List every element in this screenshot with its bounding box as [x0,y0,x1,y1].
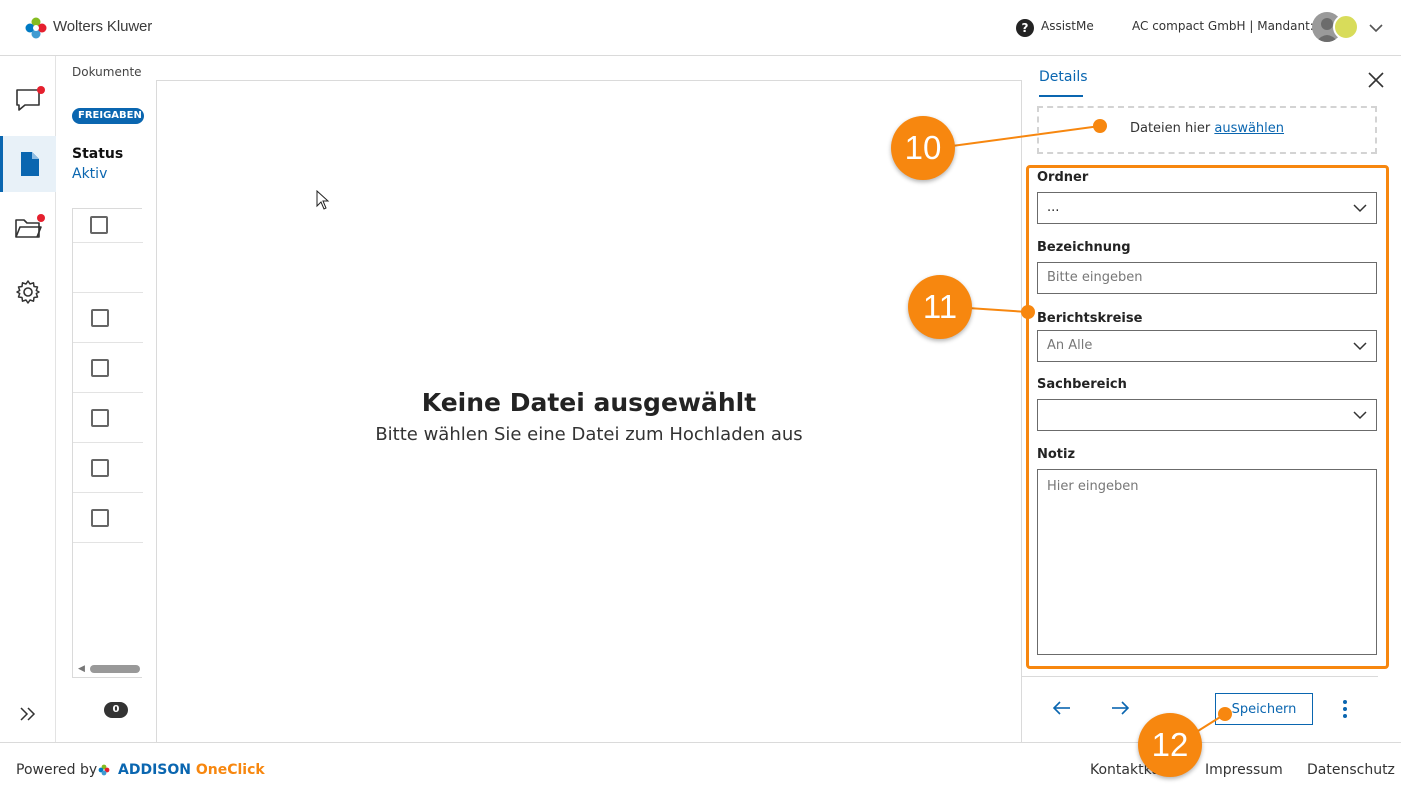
callout-10: 10 [891,116,955,180]
tab-indicator [1039,95,1083,97]
drop-zone-label: Dateien hier [1129,121,1215,136]
scroll-left-icon[interactable]: ◀ [78,664,85,674]
horizontal-scrollbar[interactable] [90,665,140,673]
row-checkbox[interactable] [91,409,109,427]
close-icon[interactable] [1366,70,1386,90]
callout-anchor-dot [1093,119,1107,133]
arrow-left-icon[interactable] [1052,699,1072,717]
notification-dot [37,86,45,94]
row-checkbox[interactable] [91,459,109,477]
impressum-link[interactable]: Impressum [1205,762,1283,778]
oneclick-text: OneClick [195,762,265,778]
help-icon[interactable]: ? [1016,19,1034,37]
breadcrumb[interactable]: Dokumente [72,65,142,79]
notification-dot [37,214,45,222]
drop-zone-text: Dateien hier auswählen [1037,121,1377,136]
wolters-kluwer-logo-icon [25,17,47,39]
addison-text: ADDISON [118,762,191,778]
assistme-link[interactable]: AssistMe [1041,19,1094,33]
rail-messages[interactable] [0,72,56,128]
double-chevron-right-icon [20,707,36,721]
rail-folders[interactable] [0,200,56,256]
gear-icon [16,280,40,304]
nav-rail [0,56,56,742]
callout-12: 12 [1138,713,1202,777]
tab-details[interactable]: Details [1039,69,1088,85]
mouse-cursor-icon [316,190,330,210]
powered-by-label: Powered by [16,762,98,778]
datenschutz-link[interactable]: Datenschutz [1307,762,1395,778]
annotation-highlight-frame [1026,165,1389,669]
callout-anchor-dot [1021,305,1035,319]
rail-expand[interactable] [0,686,56,742]
app-header: Wolters Kluwer ? AssistMe AC compact Gmb… [0,0,1401,56]
select-files-link[interactable]: auswählen [1214,121,1284,136]
status-badge: FREIGABEN [72,108,144,124]
status-value[interactable]: Aktiv [72,166,107,182]
document-list [72,208,143,678]
arrow-right-icon[interactable] [1110,699,1130,717]
chevron-down-icon[interactable] [1368,20,1384,36]
row-checkbox[interactable] [91,359,109,377]
row-checkbox[interactable] [91,509,109,527]
preview-title: Keine Datei ausgewählt [421,388,757,417]
brand-name: Wolters Kluwer [53,18,153,35]
callout-11: 11 [908,275,972,339]
preview-subtitle: Bitte wählen Sie eine Datei zum Hochlade… [375,424,803,445]
document-icon [20,152,39,176]
more-vertical-icon[interactable] [1336,699,1354,719]
rail-documents[interactable] [0,136,56,192]
select-all-checkbox[interactable] [90,216,108,234]
rail-settings[interactable] [0,264,56,320]
row-checkbox[interactable] [91,309,109,327]
addison-logo-icon [98,764,110,776]
count-badge: 0 [104,702,128,718]
client-selector[interactable]: AC compact GmbH | Mandant: 2 [1132,19,1325,33]
addison-oneclick-logo: ADDISON OneClick [118,762,265,778]
callout-anchor-dot [1218,707,1232,721]
status-label: Status [72,146,124,162]
client-avatar[interactable] [1333,14,1359,40]
